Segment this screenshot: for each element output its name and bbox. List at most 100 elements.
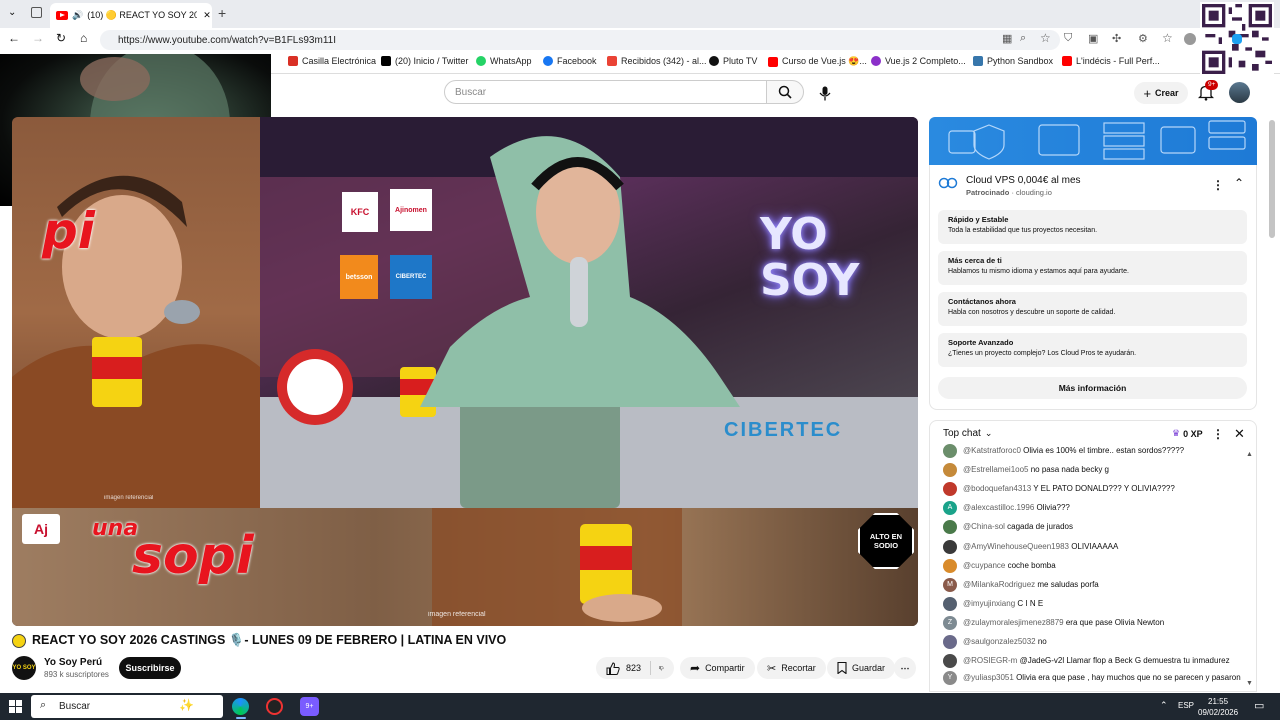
ad-banner-image[interactable] [929, 117, 1257, 165]
chat-message[interactable]: Z @zulaymoralesjimenez8879 era que pase O… [943, 616, 1243, 630]
speaker-icon[interactable]: 🔊 [72, 10, 83, 21]
chat-message[interactable]: A @alexcastilloc.1996 Olivia??? [943, 501, 1243, 515]
bookmark-twitter[interactable]: (20) Inicio / Twitter [381, 56, 468, 66]
chat-text: me saludas porfa [1037, 580, 1099, 589]
ad-feature-row[interactable]: Contáctanos ahora Habla con nosotros y de… [938, 292, 1247, 326]
bookmark-facebook[interactable]: Facebook [543, 56, 597, 66]
chat-scroll-up-icon[interactable]: ▲ [1246, 451, 1253, 458]
browser-tab-active[interactable]: 🔊 (10) 🟡 REACT YO SOY 2026 ✕ [50, 3, 212, 28]
chat-xp-value: 0 XP [1183, 428, 1203, 439]
bookmark-plutotv[interactable]: Pluto TV [709, 56, 757, 66]
bookmark-vue-complete[interactable]: Vue.js 2 Completo... [871, 56, 966, 66]
address-bar: ← → ↻ ⌂ https://www.youtube.com/watch?v=… [0, 28, 1280, 52]
save-button[interactable]: Guardar [827, 657, 896, 679]
youtube-favicon-icon [56, 11, 68, 20]
chat-scroll-down-icon[interactable]: ▼ [1246, 680, 1253, 687]
ad-title[interactable]: Cloud VPS 0,004€ al mes [966, 175, 1081, 186]
notification-badge: 9+ [1205, 80, 1219, 90]
ad-sponsored-label: Patrocinado [966, 188, 1010, 197]
bookmark-label: (20) Inicio / Twitter [395, 56, 469, 66]
bookmark-gmail[interactable]: Recibidos (342) - al... [607, 56, 707, 66]
app-icon-2[interactable] [266, 698, 283, 715]
chat-close-icon[interactable]: ✕ [1234, 426, 1245, 442]
favorites-list-icon[interactable]: ☆ [1162, 31, 1173, 45]
extension-shield-icon[interactable]: ⛉ [1064, 32, 1072, 45]
edge-browser-icon[interactable] [232, 698, 249, 715]
youtube-icon [768, 56, 778, 67]
search-input[interactable]: Buscar [444, 80, 767, 104]
ad-feature-row[interactable]: Soporte Avanzado ¿Tienes un proyecto comp… [938, 333, 1247, 367]
bookmark-vue-course[interactable]: Curso de Vue.js 😍... [768, 56, 867, 67]
profile-icon[interactable] [1184, 33, 1196, 45]
language-indicator[interactable]: ESP [1178, 701, 1194, 710]
tab-list-chevron-icon[interactable]: ⌄ [8, 7, 16, 18]
ad-feature-row[interactable]: Rápido y Estable Toda la estabilidad que … [938, 210, 1247, 244]
taskbar-search-input[interactable]: ⌕ Buscar ✨ [31, 695, 223, 718]
chat-author: @Katstratforoc0 [963, 446, 1021, 455]
chat-mode-selector[interactable]: Top chat ⌄ [943, 428, 992, 439]
windows-start-icon[interactable] [9, 700, 22, 713]
clock[interactable]: 21:55 09/02/2026 [1198, 696, 1238, 718]
forward-icon[interactable]: → [32, 31, 44, 45]
page-scrollbar-thumb[interactable] [1269, 120, 1275, 238]
bookmark-python[interactable]: Python Sandbox [973, 56, 1053, 66]
zoom-icon[interactable]: ⌕ [1020, 32, 1026, 45]
facebook-icon [543, 56, 553, 66]
channel-name[interactable]: Yo Soy Perú [44, 657, 102, 668]
share-button[interactable]: ➦ Compartir [680, 657, 755, 679]
reload-icon[interactable]: ↻ [56, 31, 66, 45]
app-icon-3[interactable]: 9+ [300, 697, 319, 716]
favorite-star-icon[interactable]: ☆ [1040, 31, 1051, 45]
like-button[interactable]: 823 [606, 661, 641, 675]
create-button[interactable]: + Crear [1134, 82, 1188, 104]
chat-message[interactable]: @cuypance coche bomba [943, 559, 1243, 573]
url-input[interactable]: https://www.youtube.com/watch?v=B1FLs93m… [100, 30, 1060, 50]
back-icon[interactable]: ← [8, 31, 20, 45]
ad-feature-row[interactable]: Más cerca de ti Hablamos tu mismo idioma … [938, 251, 1247, 285]
account-avatar[interactable] [1229, 82, 1250, 103]
chat-message[interactable]: M @MilankaRodriguez me saludas porfa [943, 578, 1243, 592]
chat-message[interactable]: @imyujinxiang C I N E [943, 597, 1243, 611]
ad-menu-icon[interactable]: ⋮ [1212, 178, 1224, 192]
search-button[interactable] [766, 80, 804, 104]
chat-message[interactable]: @bodoquefan4313 Y EL PATO DONALD??? Y OL… [943, 482, 1243, 496]
video-title: REACT YO SOY 2026 CASTINGS 🎙️- LUNES 09 … [12, 633, 506, 648]
ad-bottom-panel: una sopi imagen referencial Aj [12, 508, 918, 626]
chat-message[interactable]: @China-sol cagada de jurados [943, 520, 1243, 534]
home-icon[interactable]: ⌂ [80, 31, 87, 45]
ad-collapse-chevron-icon[interactable]: ⌃ [1234, 176, 1244, 190]
chat-message[interactable]: @saulgonzalez5032 no [943, 635, 1243, 649]
bookmark-lindecis[interactable]: L'indécis - Full Perf... [1062, 56, 1160, 66]
chat-avatar: M [943, 578, 957, 592]
new-tab-icon[interactable]: + [218, 5, 226, 21]
chat-message[interactable]: @Estrellamei1oo5 no pasa nada becky g [943, 463, 1243, 477]
extension-box-icon[interactable]: ▣ [1088, 32, 1098, 45]
reader-icon[interactable]: ▦ [1002, 32, 1012, 45]
video-player[interactable]: pi imagen referencial KFC Ajinomen betss… [12, 117, 918, 626]
channel-avatar[interactable]: YO SOY [12, 656, 36, 680]
clip-button[interactable]: ✂ Recortar [757, 657, 826, 679]
notifications-center-icon[interactable]: ▭ [1254, 699, 1264, 712]
workspaces-icon[interactable] [31, 7, 42, 18]
voice-search-button[interactable] [812, 80, 838, 106]
notifications-button[interactable]: 9+ [1197, 80, 1219, 106]
more-actions-button[interactable]: ⋯ [894, 657, 916, 679]
chat-message[interactable]: @Katstratforoc0 Olivia es 100% el timbre… [943, 444, 1243, 458]
ad-more-info-button[interactable]: Más información [938, 377, 1247, 399]
clouding-logo-icon [938, 176, 958, 190]
chat-menu-icon[interactable]: ⋮ [1212, 427, 1224, 441]
extension-puzzle-icon[interactable]: ✣ [1112, 32, 1121, 45]
bookmark-casilla[interactable]: Casilla Electrónica [288, 56, 376, 66]
ad-disclaimer-bottom: imagen referencial [428, 611, 486, 618]
chat-xp-badge[interactable]: ♛ 0 XP [1172, 428, 1203, 439]
thumbs-down-icon[interactable] [659, 662, 664, 675]
bookmark-whatsapp[interactable]: WhatsApp [476, 56, 532, 66]
chat-text: Olivia??? [1036, 503, 1070, 512]
subscribe-button[interactable]: Suscribirse [119, 657, 181, 679]
chat-message[interactable]: @AmyWinehouseQueen1983 OLIVIAAAAA [943, 540, 1243, 554]
chat-message[interactable]: @ROSIEGR-m @JadeG-v2l Llamar flop a Beck… [943, 654, 1243, 668]
close-tab-icon[interactable]: ✕ [203, 10, 211, 21]
chat-message[interactable]: Y @yuliasp3051 Olivia era que pase , hay … [943, 671, 1243, 685]
tray-chevron-icon[interactable]: ⌃ [1160, 700, 1168, 711]
extension-settings-icon[interactable]: ⚙ [1138, 32, 1148, 45]
